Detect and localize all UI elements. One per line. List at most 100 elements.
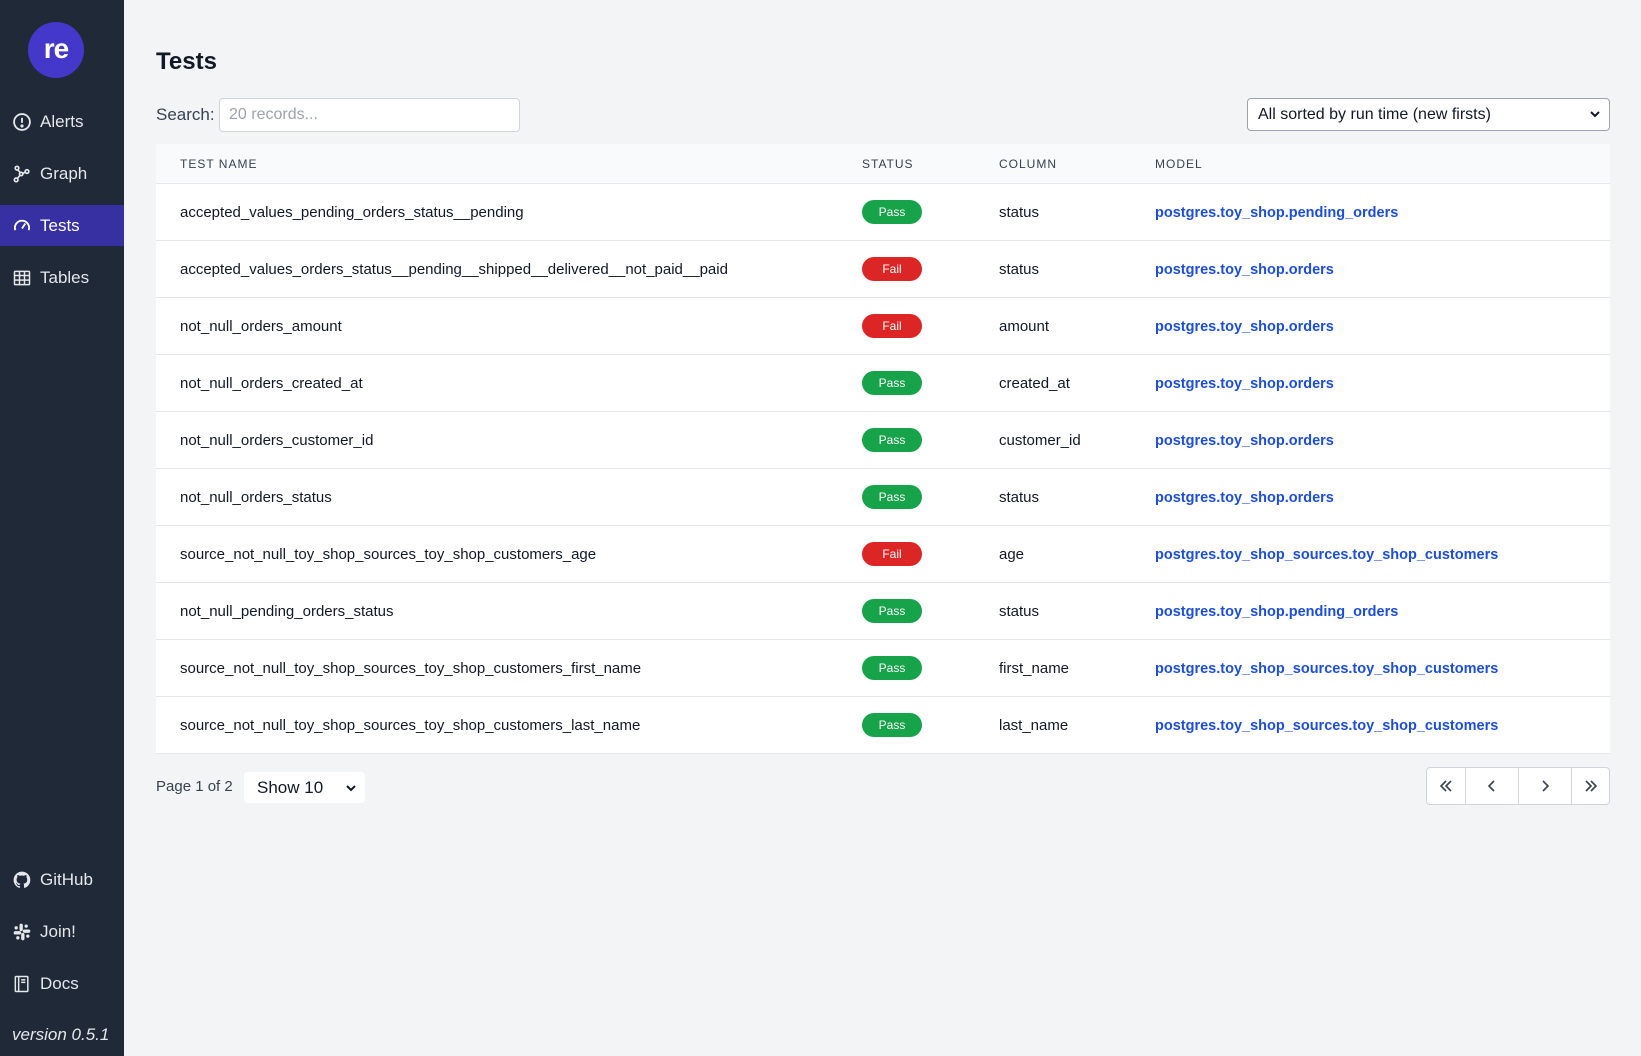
test-name-cell: not_null_pending_orders_status <box>180 602 394 620</box>
status-badge: Fail <box>862 257 922 281</box>
nav-label: GitHub <box>40 869 93 889</box>
status-badge: Pass <box>862 200 922 224</box>
tests-table: TEST NAME STATUS COLUMN MODEL accepted_v… <box>156 144 1610 754</box>
search-label: Search: <box>156 105 215 124</box>
table-row[interactable]: source_not_null_toy_shop_sources_toy_sho… <box>156 526 1610 583</box>
nav-item-join[interactable]: Join! <box>0 911 124 952</box>
nav-item-graph[interactable]: Graph <box>0 153 124 194</box>
model-link[interactable]: postgres.toy_shop.pending_orders <box>1155 604 1398 620</box>
chevron-right-icon <box>1542 780 1550 792</box>
status-cell: Pass <box>862 713 999 737</box>
column-cell: status <box>999 260 1040 278</box>
column-cell: customer_id <box>999 431 1081 449</box>
model-link[interactable]: postgres.toy_shop_sources.toy_shop_custo… <box>1155 718 1498 734</box>
sort-select-value: All sorted by run time (new firsts) <box>1258 105 1491 123</box>
model-link[interactable]: postgres.toy_shop.pending_orders <box>1155 205 1398 221</box>
prev-page-button[interactable] <box>1465 768 1518 804</box>
status-badge: Pass <box>862 599 922 623</box>
model-link[interactable]: postgres.toy_shop.orders <box>1155 433 1334 449</box>
app-logo[interactable]: re <box>28 22 84 78</box>
test-name-cell: source_not_null_toy_shop_sources_toy_sho… <box>180 659 642 677</box>
book-icon <box>14 975 29 992</box>
test-name-cell: source_not_null_toy_shop_sources_toy_sho… <box>180 716 641 734</box>
page-size-select[interactable]: Show 10 <box>244 772 365 803</box>
graph-icon <box>13 164 30 182</box>
table-row[interactable]: not_null_orders_amount Fail amount postgres… <box>156 298 1610 355</box>
column-cell: created_at <box>999 374 1070 392</box>
nav-item-github[interactable]: GitHub <box>0 859 124 900</box>
header-status[interactable]: STATUS <box>862 157 999 171</box>
alert-circle-icon <box>13 112 31 131</box>
search-input[interactable] <box>219 98 520 132</box>
column-cell: last_name <box>999 716 1069 734</box>
status-cell: Pass <box>862 200 999 224</box>
nav-label: Alerts <box>40 111 84 131</box>
status-cell: Fail <box>862 257 999 281</box>
header-column[interactable]: COLUMN <box>999 157 1155 171</box>
status-badge: Pass <box>862 371 922 395</box>
nav-item-tests[interactable]: Tests <box>0 205 124 246</box>
table-row[interactable]: source_not_null_toy_shop_sources_toy_sho… <box>156 640 1610 697</box>
model-cell: postgres.toy_shop.orders <box>1155 261 1610 278</box>
test-name-cell: not_null_orders_status <box>180 488 332 506</box>
github-icon <box>13 871 31 888</box>
page-title: Tests <box>156 48 217 75</box>
model-link[interactable]: postgres.toy_shop.orders <box>1155 490 1334 506</box>
nav-label: Graph <box>40 163 88 183</box>
table-icon <box>13 270 31 285</box>
slack-icon <box>13 923 31 940</box>
test-name-cell: not_null_orders_amount <box>180 317 342 335</box>
model-link[interactable]: postgres.toy_shop_sources.toy_shop_custo… <box>1155 661 1498 677</box>
table-row[interactable]: source_not_null_toy_shop_sources_toy_sho… <box>156 697 1610 754</box>
status-badge: Pass <box>862 713 922 737</box>
model-cell: postgres.toy_shop.orders <box>1155 318 1610 335</box>
table-row[interactable]: not_null_pending_orders_status Pass status… <box>156 583 1610 640</box>
model-cell: postgres.toy_shop.orders <box>1155 489 1610 506</box>
chevrons-left-icon <box>1439 780 1452 792</box>
page-size-value: Show 10 <box>257 777 324 797</box>
next-page-button[interactable] <box>1518 768 1571 804</box>
table-row[interactable]: not_null_orders_status Pass status postgres… <box>156 469 1610 526</box>
pagination <box>1426 767 1610 805</box>
header-model[interactable]: MODEL <box>1155 157 1610 171</box>
status-cell: Pass <box>862 485 999 509</box>
table-header: TEST NAME STATUS COLUMN MODEL <box>156 144 1610 184</box>
model-cell: postgres.toy_shop_sources.toy_shop_custo… <box>1155 546 1610 563</box>
nav-label: Docs <box>40 973 79 993</box>
table-row[interactable]: not_null_orders_created_at Pass created_at… <box>156 355 1610 412</box>
table-row[interactable]: accepted_values_orders_status__pending__… <box>156 241 1610 298</box>
column-cell: status <box>999 203 1040 221</box>
model-cell: postgres.toy_shop.orders <box>1155 375 1610 392</box>
chevron-down-icon <box>1590 111 1600 118</box>
header-test-name[interactable]: TEST NAME <box>156 157 862 171</box>
first-page-button[interactable] <box>1427 768 1465 804</box>
model-link[interactable]: postgres.toy_shop.orders <box>1155 376 1334 392</box>
model-cell: postgres.toy_shop_sources.toy_shop_custo… <box>1155 660 1610 677</box>
model-cell: postgres.toy_shop.pending_orders <box>1155 204 1610 221</box>
chevron-left-icon <box>1487 780 1495 792</box>
version-label: version 0.5.1 <box>12 1025 110 1044</box>
test-name-cell: not_null_orders_created_at <box>180 374 363 392</box>
status-cell: Pass <box>862 428 999 452</box>
table-row[interactable]: accepted_values_pending_orders_status__p… <box>156 184 1610 241</box>
status-cell: Pass <box>862 371 999 395</box>
status-cell: Pass <box>862 656 999 680</box>
status-badge: Pass <box>862 428 922 452</box>
model-link[interactable]: postgres.toy_shop.orders <box>1155 262 1334 278</box>
sort-select[interactable]: All sorted by run time (new firsts) <box>1247 98 1610 131</box>
nav-item-tables[interactable]: Tables <box>0 257 124 298</box>
column-cell: first_name <box>999 659 1070 677</box>
nav-item-alerts[interactable]: Alerts <box>0 101 124 142</box>
nav-label: Tables <box>40 267 90 287</box>
main-content: Tests Search: All sorted by run time (ne… <box>124 0 1641 1056</box>
gauge-icon <box>14 219 30 230</box>
sidebar: re Alerts Graph Tests Tables GitHub Join… <box>0 0 124 1056</box>
table-row[interactable]: not_null_orders_customer_id Pass customer_… <box>156 412 1610 469</box>
status-badge: Fail <box>862 314 922 338</box>
model-link[interactable]: postgres.toy_shop_sources.toy_shop_custo… <box>1155 547 1498 563</box>
table-body: accepted_values_pending_orders_status__p… <box>156 184 1610 754</box>
nav-item-docs[interactable]: Docs <box>0 963 124 1004</box>
last-page-button[interactable] <box>1571 768 1609 804</box>
page-info: Page 1 of 2 <box>156 778 233 795</box>
model-link[interactable]: postgres.toy_shop.orders <box>1155 319 1334 335</box>
